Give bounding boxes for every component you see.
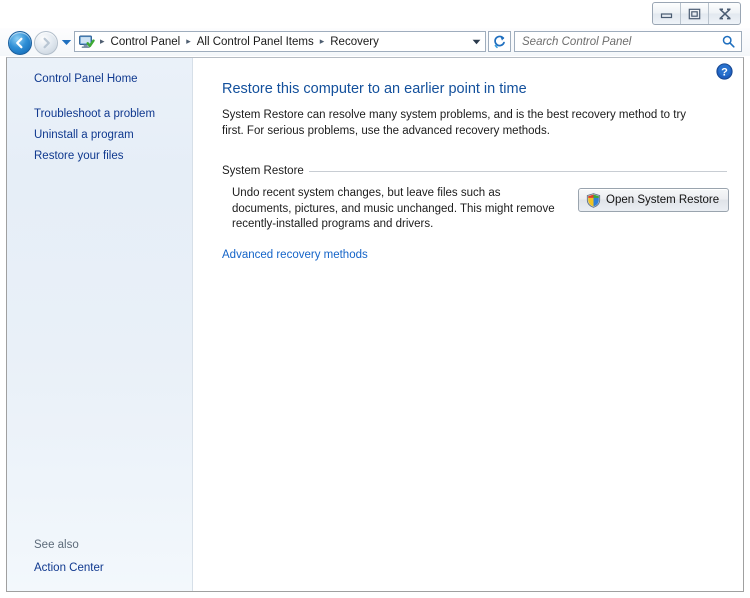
sidebar-item-restore-your-files[interactable]: Restore your files — [34, 150, 123, 162]
svg-text:?: ? — [721, 66, 728, 78]
back-button[interactable] — [8, 31, 32, 55]
sidebar-item-uninstall-a-program[interactable]: Uninstall a program — [34, 129, 134, 141]
refresh-icon — [494, 35, 505, 49]
group-header-divider — [308, 170, 727, 172]
window-body: Control Panel Home Troubleshoot a proble… — [6, 57, 744, 592]
breadcrumb-separator: ▸ — [100, 36, 105, 46]
address-bar[interactable]: ▸ Control Panel ▸ All Control Panel Item… — [74, 31, 486, 52]
breadcrumb-separator: ▸ — [319, 36, 325, 46]
window-controls — [652, 2, 741, 25]
advanced-recovery-methods-link[interactable]: Advanced recovery methods — [222, 249, 368, 261]
help-button[interactable]: ? — [716, 63, 733, 80]
breadcrumb-separator: ▸ — [186, 36, 191, 46]
minimize-button[interactable] — [653, 3, 681, 24]
back-arrow-icon — [16, 37, 23, 49]
sidebar-item-control-panel-home[interactable]: Control Panel Home — [34, 73, 138, 85]
uac-shield-icon — [586, 192, 601, 208]
group-header-label: System Restore — [222, 165, 304, 177]
see-also-label: See also — [34, 539, 79, 551]
content-pane: ? Restore this computer to an earlier po… — [194, 58, 743, 591]
navigation-bar: ▸ Control Panel ▸ All Control Panel Item… — [0, 28, 750, 56]
search-input[interactable] — [520, 32, 719, 51]
chevron-down-icon — [472, 39, 481, 44]
close-button[interactable] — [709, 3, 740, 24]
sidebar-item-troubleshoot-a-problem[interactable]: Troubleshoot a problem — [34, 108, 155, 120]
open-system-restore-label: Open System Restore — [606, 194, 720, 206]
search-icon[interactable] — [719, 35, 737, 48]
sidebar-item-action-center[interactable]: Action Center — [34, 562, 104, 574]
intro-text: System Restore can resolve many system p… — [222, 109, 687, 137]
breadcrumb-item-all-control-panel-items[interactable]: All Control Panel Items — [196, 36, 315, 48]
forward-arrow-icon — [43, 37, 50, 49]
system-restore-group-header: System Restore — [222, 165, 727, 177]
maximize-button[interactable] — [681, 3, 709, 24]
forward-button[interactable] — [34, 31, 58, 55]
refresh-button[interactable] — [488, 31, 511, 52]
breadcrumb-item-recovery[interactable]: Recovery — [329, 36, 380, 48]
sidebar: Control Panel Home Troubleshoot a proble… — [7, 58, 193, 591]
recent-pages-button[interactable] — [60, 37, 72, 47]
open-system-restore-button[interactable]: Open System Restore — [578, 188, 730, 212]
search-box[interactable] — [514, 31, 742, 52]
control-panel-window: ▸ Control Panel ▸ All Control Panel Item… — [0, 0, 750, 598]
address-dropdown-button[interactable] — [468, 32, 485, 51]
help-icon: ? — [716, 63, 733, 80]
title-bar — [0, 0, 750, 28]
control-panel-icon — [79, 35, 95, 48]
page-title: Restore this computer to an earlier poin… — [222, 81, 527, 97]
system-restore-description: Undo recent system changes, but leave fi… — [232, 187, 555, 230]
breadcrumb-item-control-panel[interactable]: Control Panel — [110, 36, 182, 48]
chevron-down-icon — [61, 39, 71, 45]
